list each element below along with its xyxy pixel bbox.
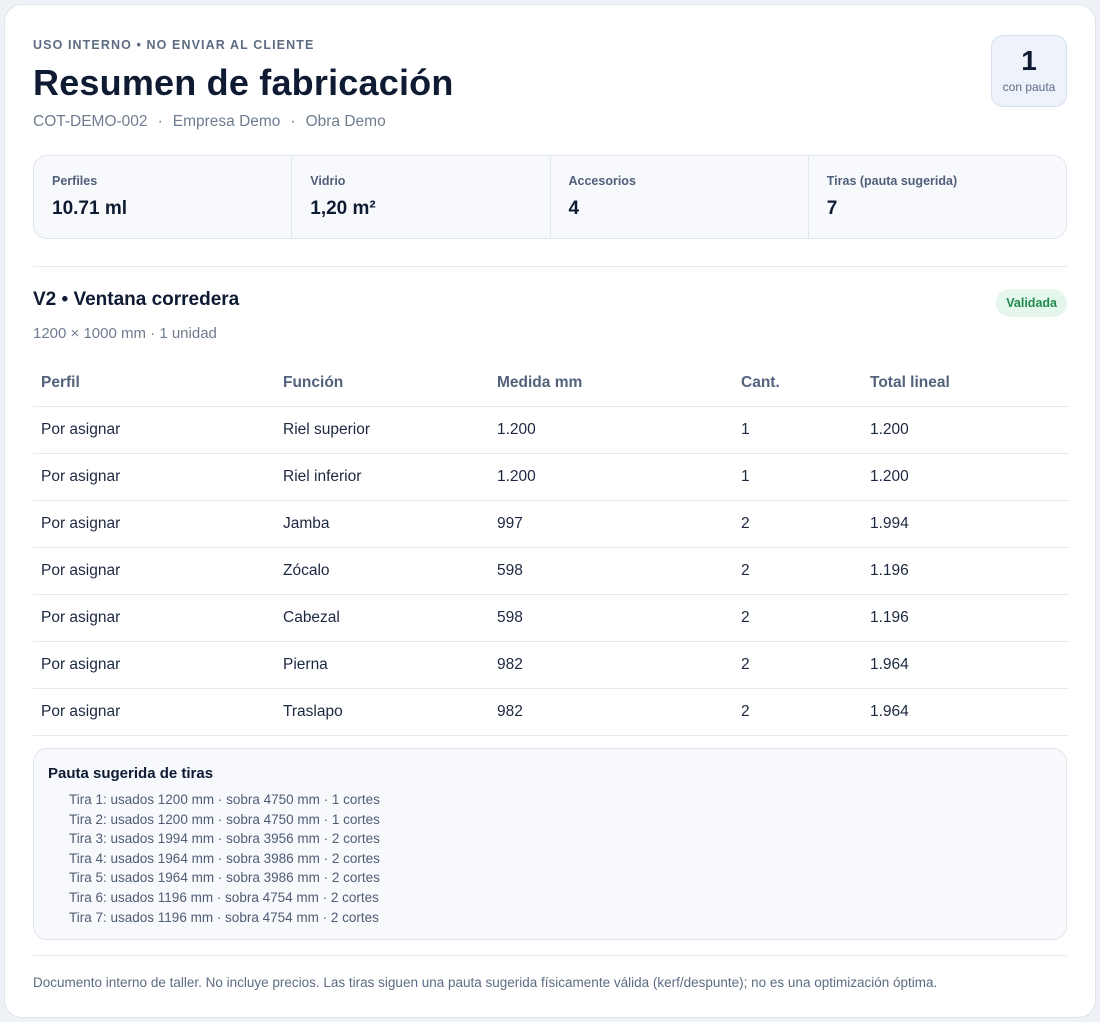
window-dimensions: 1200 × 1000 mm · 1 unidad	[33, 325, 217, 342]
list-item: Tira 2: usados 1200 mm · sobra 4750 mm ·…	[69, 811, 380, 827]
pauta-count-value: 1	[1021, 45, 1037, 76]
window-section-title: V2 • Ventana corredera	[33, 289, 240, 310]
page-title: Resumen de fabricación	[33, 62, 454, 103]
cell-funcion: Riel superior	[275, 406, 489, 454]
cell-funcion: Pierna	[275, 641, 489, 689]
list-item: Tira 5: usados 1964 mm · sobra 3986 mm ·…	[69, 870, 380, 886]
stat-value: 1,20 m²	[310, 198, 376, 219]
column-header-funcion: Función	[275, 360, 489, 407]
status-badge: Validada	[996, 289, 1067, 317]
cell-total: 1.964	[862, 641, 1069, 689]
strip-plan-list: Tira 1: usados 1200 mm · sobra 4750 mm ·…	[48, 790, 1052, 927]
stat-label: Perfiles	[52, 174, 98, 188]
fabrication-summary-card: USO INTERNO • NO ENVIAR AL CLIENTE Resum…	[4, 4, 1096, 1018]
cell-perfil: Por asignar	[33, 688, 275, 736]
cell-total: 1.200	[862, 406, 1069, 454]
stat-value: 7	[826, 198, 838, 219]
cell-cantidad: 2	[733, 641, 862, 689]
cell-perfil: Por asignar	[33, 641, 275, 689]
cell-total: 1.964	[862, 688, 1069, 736]
list-item: Tira 1: usados 1200 mm · sobra 4750 mm ·…	[69, 792, 380, 807]
cell-funcion: Jamba	[275, 500, 489, 548]
summary-stats: Perfiles 10.71 ml Vidrio 1,20 m² Accesor…	[33, 155, 1067, 239]
cell-funcion: Cabezal	[275, 594, 489, 642]
table-row: Por asignar Jamba 997 2 1.994	[33, 500, 1069, 548]
cell-medida: 598	[489, 594, 733, 642]
table-row: Por asignar Traslapo 982 2 1.964	[33, 688, 1069, 736]
cell-perfil: Por asignar	[33, 500, 275, 548]
stat-label: Accesorios	[568, 174, 636, 188]
cell-funcion: Zócalo	[275, 547, 489, 595]
strip-plan-panel: Pauta sugerida de tiras Tira 1: usados 1…	[33, 748, 1067, 940]
quote-id: COT-DEMO-002	[33, 113, 148, 130]
cell-medida: 1.200	[489, 453, 733, 501]
divider	[33, 955, 1067, 956]
cell-perfil: Por asignar	[33, 406, 275, 454]
cell-total: 1.200	[862, 453, 1069, 501]
cell-funcion: Riel inferior	[275, 453, 489, 501]
stat-value: 10.71 ml	[52, 198, 127, 219]
meta-separator: ·	[290, 113, 296, 130]
cell-cantidad: 2	[733, 547, 862, 595]
table-row: Por asignar Zócalo 598 2 1.196	[33, 547, 1069, 595]
table-row: Por asignar Cabezal 598 2 1.196	[33, 594, 1069, 642]
stat-vidrio: Vidrio 1,20 m²	[292, 156, 551, 238]
cell-cantidad: 2	[733, 688, 862, 736]
stat-accesorios: Accesorios 4	[551, 156, 809, 238]
pauta-count-label: con pauta	[1002, 80, 1056, 94]
table-row: Por asignar Riel inferior 1.200 1 1.200	[33, 453, 1069, 501]
company-name: Empresa Demo	[172, 113, 281, 130]
internal-use-eyebrow: USO INTERNO • NO ENVIAR AL CLIENTE	[33, 38, 315, 52]
table-row: Por asignar Pierna 982 2 1.964	[33, 641, 1069, 689]
stat-tiras: Tiras (pauta sugerida) 7	[809, 156, 1066, 238]
column-header-total: Total lineal	[862, 360, 1069, 407]
column-header-medida: Medida mm	[489, 360, 733, 407]
cell-medida: 1.200	[489, 406, 733, 454]
cell-funcion: Traslapo	[275, 688, 489, 736]
cell-cantidad: 1	[733, 453, 862, 501]
cell-medida: 982	[489, 688, 733, 736]
list-item: Tira 4: usados 1964 mm · sobra 3986 mm ·…	[69, 850, 380, 866]
cell-medida: 997	[489, 500, 733, 548]
project-name: Obra Demo	[305, 113, 386, 130]
cell-total: 1.196	[862, 594, 1069, 642]
document-meta: COT-DEMO-002 · Empresa Demo · Obra Demo	[33, 113, 386, 131]
stat-value: 4	[568, 198, 580, 219]
cell-total: 1.994	[862, 500, 1069, 548]
table-header-row: Perfil Función Medida mm Cant. Total lin…	[33, 360, 1069, 407]
strip-plan-title: Pauta sugerida de tiras	[48, 765, 214, 782]
stat-label: Vidrio	[310, 174, 346, 188]
cell-perfil: Por asignar	[33, 594, 275, 642]
pauta-count-badge: 1 con pauta	[991, 35, 1067, 107]
stat-perfiles: Perfiles 10.71 ml	[34, 156, 293, 238]
cell-cantidad: 2	[733, 594, 862, 642]
footer-note: Documento interno de taller. No incluye …	[33, 975, 938, 990]
table-row: Por asignar Riel superior 1.200 1 1.200	[33, 406, 1069, 454]
cell-total: 1.196	[862, 547, 1069, 595]
profiles-table: Perfil Función Medida mm Cant. Total lin…	[33, 360, 1069, 736]
cell-medida: 982	[489, 641, 733, 689]
divider	[33, 266, 1067, 267]
cell-perfil: Por asignar	[33, 547, 275, 595]
cell-medida: 598	[489, 547, 733, 595]
cell-cantidad: 1	[733, 406, 862, 454]
list-item: Tira 7: usados 1196 mm · sobra 4754 mm ·…	[69, 909, 379, 925]
list-item: Tira 6: usados 1196 mm · sobra 4754 mm ·…	[69, 889, 379, 905]
cell-cantidad: 2	[733, 500, 862, 548]
stat-label: Tiras (pauta sugerida)	[826, 174, 958, 188]
meta-separator: ·	[157, 113, 163, 130]
list-item: Tira 3: usados 1994 mm · sobra 3956 mm ·…	[69, 831, 380, 847]
column-header-cantidad: Cant.	[733, 360, 862, 407]
cell-perfil: Por asignar	[33, 453, 275, 501]
column-header-perfil: Perfil	[33, 360, 275, 407]
